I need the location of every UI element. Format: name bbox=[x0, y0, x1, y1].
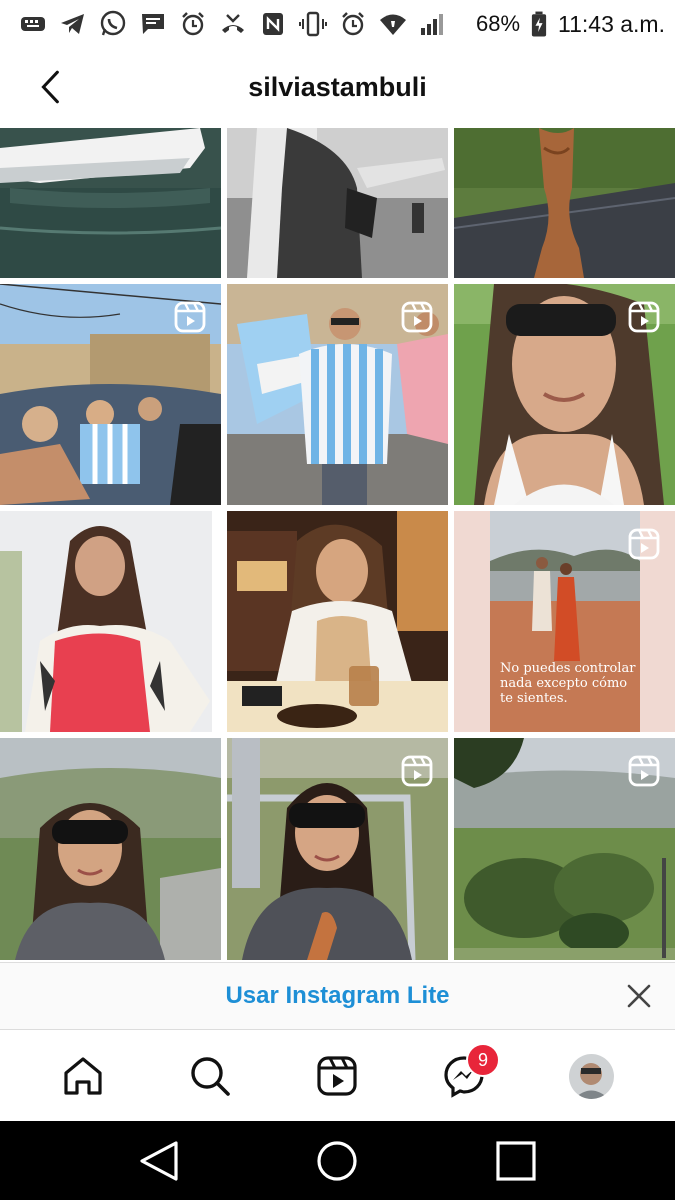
chevron-left-icon bbox=[41, 70, 59, 104]
back-button[interactable] bbox=[30, 64, 76, 110]
reel-icon bbox=[628, 755, 660, 787]
bw-portrait-photo bbox=[227, 128, 448, 278]
profile-header: silviastambuli bbox=[0, 48, 675, 126]
post-tile[interactable] bbox=[227, 511, 448, 732]
clock: 11:43 a.m. bbox=[558, 10, 665, 37]
reel-icon bbox=[401, 301, 433, 333]
status-bar: 68% 11:43 a.m. bbox=[0, 0, 675, 48]
message-icon bbox=[138, 9, 168, 39]
use-instagram-lite-link[interactable]: Usar Instagram Lite bbox=[225, 982, 449, 1010]
battery-charging-icon bbox=[530, 9, 548, 39]
alarm-alert-icon bbox=[178, 9, 208, 39]
whatsapp-icon bbox=[98, 9, 128, 39]
bottom-navigation: 9 bbox=[0, 1029, 675, 1121]
post-tile[interactable] bbox=[454, 284, 675, 505]
telegram-icon bbox=[58, 9, 88, 39]
keyboard-icon bbox=[18, 9, 48, 39]
post-tile[interactable] bbox=[227, 128, 448, 278]
reel-icon bbox=[628, 528, 660, 560]
search-icon bbox=[191, 1057, 230, 1096]
notification-icons bbox=[18, 9, 448, 39]
page-title: silviastambuli bbox=[248, 71, 427, 102]
nav-reels-button[interactable] bbox=[313, 1052, 361, 1100]
post-tile[interactable] bbox=[0, 511, 221, 732]
reels-icon bbox=[317, 1056, 357, 1096]
battery-percentage: 68% bbox=[475, 11, 521, 36]
post-tile[interactable] bbox=[0, 128, 221, 278]
woman-red-top-photo bbox=[0, 511, 221, 732]
post-tile[interactable] bbox=[454, 128, 675, 278]
profile-avatar[interactable] bbox=[569, 1054, 614, 1099]
posts-grid: No puedes controlar nada excepto cómo te… bbox=[0, 128, 675, 960]
nav-home-button[interactable] bbox=[59, 1052, 107, 1100]
vibrate-icon bbox=[298, 9, 328, 39]
recents-square-icon[interactable] bbox=[493, 1138, 539, 1184]
selfie-hill-photo bbox=[0, 738, 221, 960]
reel-icon bbox=[174, 301, 206, 333]
home-icon bbox=[64, 1057, 102, 1095]
post-tile[interactable] bbox=[227, 284, 448, 505]
post-tile[interactable]: No puedes controlar nada excepto cómo te… bbox=[454, 511, 675, 732]
close-icon[interactable] bbox=[623, 980, 655, 1012]
home-circle-icon[interactable] bbox=[314, 1138, 360, 1184]
signal-icon bbox=[418, 9, 448, 39]
messenger-notification-badge: 9 bbox=[466, 1043, 500, 1077]
instagram-lite-banner: Usar Instagram Lite bbox=[0, 962, 675, 1029]
reel-icon bbox=[628, 301, 660, 333]
trophy-photo bbox=[454, 128, 675, 278]
boat-photo bbox=[0, 128, 221, 278]
system-navigation-bar bbox=[0, 1121, 675, 1200]
nfc-icon bbox=[258, 9, 288, 39]
missed-call-icon bbox=[218, 9, 248, 39]
nav-search-button[interactable] bbox=[186, 1052, 234, 1100]
post-tile[interactable] bbox=[227, 738, 448, 960]
back-triangle-icon[interactable] bbox=[136, 1138, 182, 1184]
reel-icon bbox=[401, 755, 433, 787]
post-tile[interactable] bbox=[0, 738, 221, 960]
alarm-icon bbox=[338, 9, 368, 39]
woman-cafe-photo bbox=[227, 511, 448, 732]
post-tile[interactable] bbox=[0, 284, 221, 505]
avatar-image bbox=[569, 1054, 614, 1099]
reel-caption: No puedes controlar nada excepto cómo te… bbox=[500, 661, 636, 706]
post-tile[interactable] bbox=[454, 738, 675, 960]
wifi-icon bbox=[378, 9, 408, 39]
